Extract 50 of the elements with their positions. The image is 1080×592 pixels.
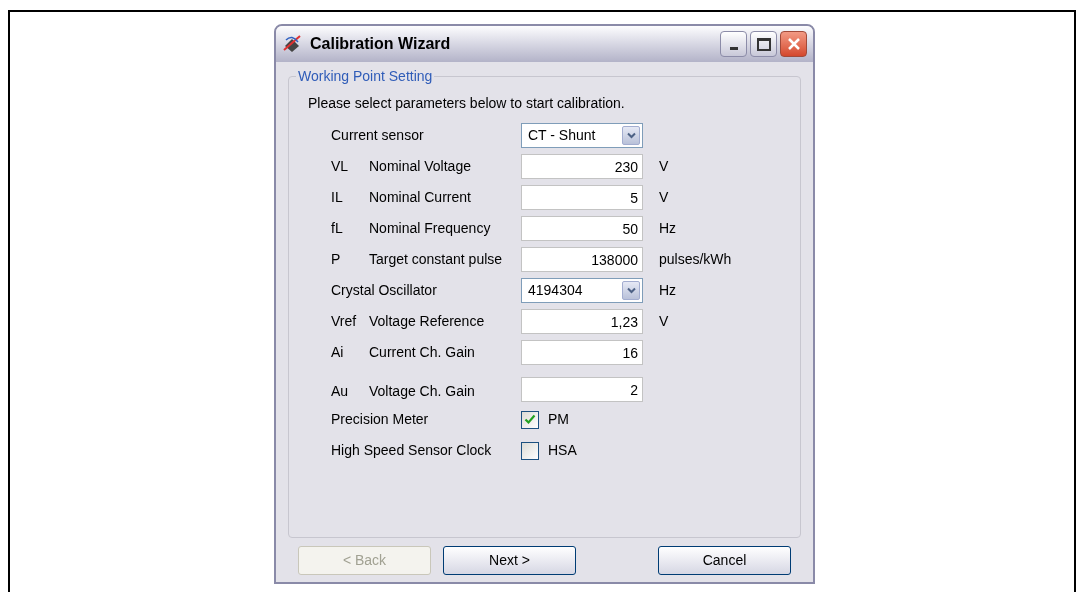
unit-label: Hz [659, 281, 677, 300]
parameter-label: Nominal Current [369, 188, 471, 207]
parameter-label: Voltage Ch. Gain [369, 382, 475, 401]
instruction-text: Please select parameters below to start calibration. [308, 94, 626, 113]
parameter-symbol: VL [331, 157, 350, 176]
parameter-label: Nominal Voltage [369, 157, 471, 176]
parameter-label: Voltage Reference [369, 312, 485, 331]
chevron-glyph [626, 132, 636, 139]
dropdown-field[interactable]: 4194304 [521, 278, 643, 303]
checkbox[interactable] [521, 441, 539, 460]
window-title: Calibration Wizard [310, 34, 452, 54]
input-field[interactable]: 5 [521, 185, 643, 210]
parameter-label: Precision Meter [331, 410, 429, 429]
checkbox-label: PM [548, 410, 569, 429]
parameter-symbol: fL [331, 219, 344, 238]
dropdown-field[interactable]: CT - Shunt [521, 123, 643, 148]
parameter-symbol: Au [331, 382, 350, 401]
maximize-button[interactable] [750, 31, 777, 57]
unit-label: V [659, 188, 669, 207]
parameter-symbol: IL [331, 188, 344, 207]
parameter-label: Crystal Oscillator [331, 281, 437, 300]
unit-label: V [659, 312, 669, 331]
close-icon [786, 37, 801, 51]
unit-label: V [659, 157, 669, 176]
unit-label: pulses/kWh [659, 250, 732, 269]
unit-label: Hz [659, 219, 677, 238]
input-field[interactable]: 50 [521, 216, 643, 241]
parameter-symbol: Vref [331, 312, 358, 331]
input-field[interactable]: 1,23 [521, 309, 643, 334]
input-field[interactable]: 230 [521, 154, 643, 179]
next-button[interactable]: Next > [443, 546, 576, 575]
checkmark-icon [524, 414, 536, 425]
minimize-icon [729, 47, 738, 50]
parameter-label: Current sensor [331, 126, 424, 145]
cancel-button[interactable]: Cancel [658, 546, 791, 575]
input-field[interactable]: 138000 [521, 247, 643, 272]
parameter-label: High Speed Sensor Clock [331, 441, 492, 460]
parameter-symbol: P [331, 250, 342, 269]
maximize-icon [756, 37, 771, 51]
checkbox[interactable] [521, 410, 539, 429]
input-field[interactable]: 2 [521, 377, 643, 402]
parameter-label: Nominal Frequency [369, 219, 491, 238]
input-field[interactable]: 16 [521, 340, 643, 365]
minimize-button[interactable] [720, 31, 747, 57]
chevron-glyph [626, 287, 636, 294]
checkbox-label: HSA [548, 441, 577, 460]
parameter-label: Target constant pulse [369, 250, 503, 269]
parameter-label: Current Ch. Gain [369, 343, 475, 362]
close-button[interactable] [780, 31, 807, 57]
parameter-symbol: Ai [331, 343, 345, 362]
